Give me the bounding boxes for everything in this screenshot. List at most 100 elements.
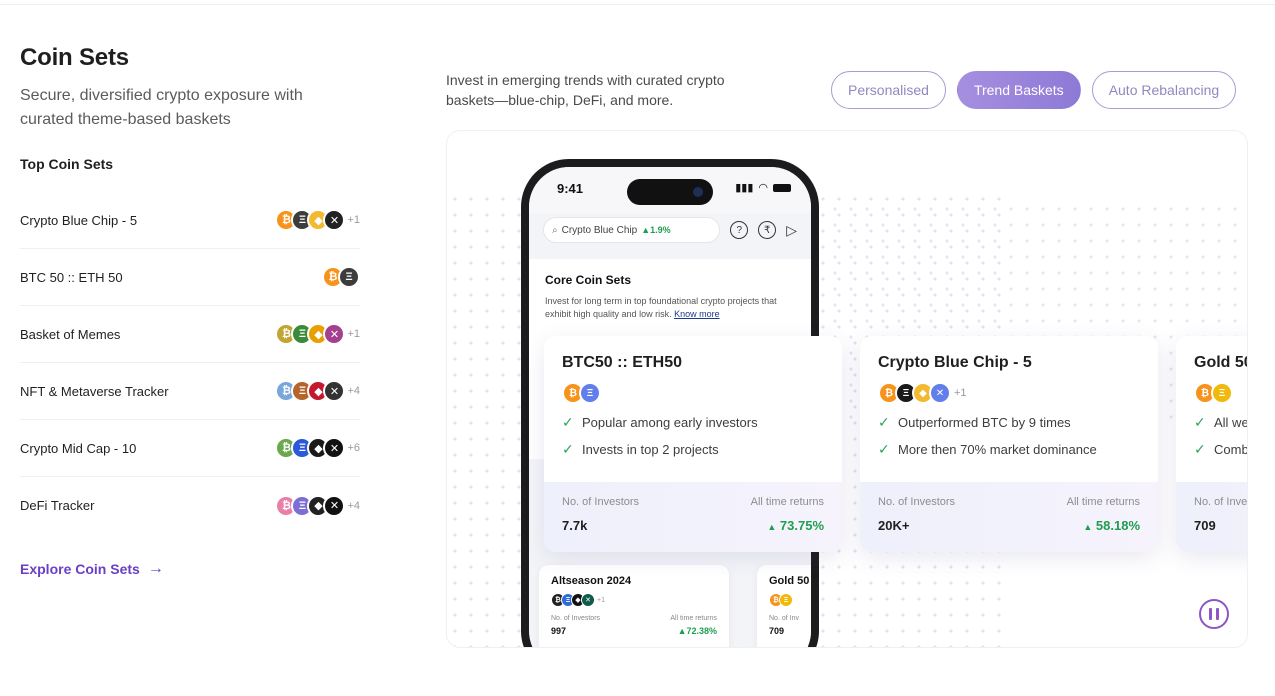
basket-stats: No. of Inve 709 [1176,482,1247,552]
returns-label: All time returns [1066,496,1140,508]
explore-coin-sets-link[interactable]: Explore Coin Sets → [20,560,164,578]
tab-trend-baskets[interactable]: Trend Baskets [956,71,1081,109]
more-coins-count: +1 [347,214,360,226]
coin-icon: ✕ [323,494,346,517]
mini-coin-stack: ₿ Ξ [769,593,811,607]
mini-basket-card[interactable]: Gold 50 ₿ Ξ No. of Inv 709 [757,565,811,647]
top-divider [0,4,1275,5]
status-bar: 9:41 ▮▮▮ ◠ [529,167,811,213]
mini-investors-label: No. of Inv [769,615,799,622]
more-coins-count: +4 [347,499,360,512]
basket-stats: No. of Investors All time returns 7.7k ▲ 73… [544,482,842,552]
mini-basket-card[interactable]: Altseason 2024 ₿ Ξ ◆ ✕ +1 No. of Investors All … [539,565,729,647]
coin-icon: ✕ [929,382,951,404]
coin-icon: Ξ [338,266,360,288]
check-icon: ✓ [562,441,574,457]
coin-icon: ✕ [323,209,346,231]
investors-label: No. of Investors [562,496,640,508]
coin-icon: ✕ [323,323,346,345]
coin-set-row[interactable]: Crypto Mid Cap - 10 ₿ Ξ ◆ ✕ +6 [20,420,360,477]
basket-card[interactable]: Crypto Blue Chip - 5 ₿ Ξ ◆ ✕ +1 ✓ Outperformed … [860,336,1158,552]
basket-title: BTC50 :: ETH50 [562,354,683,371]
mini-coin-stack: ₿ Ξ ◆ ✕ +1 [551,593,717,607]
feature-item: ✓ All we [1194,414,1248,430]
check-icon: ✓ [878,441,890,457]
mini-investors-value: 709 [769,626,785,636]
coin-icon: ✕ [323,437,346,459]
coin-icon-stack: ₿ Ξ ◆ ✕ +4 [275,380,360,402]
basket-stats: No. of Investors All time returns 20K+ ▲ 58… [860,482,1158,552]
more-coins-count: +1 [954,387,967,399]
coin-set-name: Basket of Memes [20,326,121,342]
arrow-right-icon: → [147,560,164,577]
intro-text: Invest in emerging trends with curated c… [446,72,725,108]
coin-icon: Ξ [1211,382,1233,404]
coin-icon-stack: ₿ Ξ ◆ ✕ +4 [275,494,360,517]
help-icon[interactable]: ? [730,221,749,239]
coin-icon: Ξ [779,593,793,607]
basket-card[interactable]: BTC50 :: ETH50 ₿ Ξ ✓ Popular among early inv… [544,336,842,552]
coin-icon-stack: ₿ Ξ [322,266,360,288]
dynamic-island [627,179,713,205]
returns-label: All time returns [750,496,824,508]
system-icons: ▮▮▮ ◠ [735,181,791,194]
coin-set-row[interactable]: BTC 50 :: ETH 50 ₿ Ξ [20,249,360,306]
mini-returns-label: All time returns [670,615,717,622]
core-title: Core Coin Sets [545,273,632,287]
coin-set-row[interactable]: NFT & Metaverse Tracker ₿ Ξ ◆ ✕ +4 [20,363,360,420]
status-time: 9:41 [557,181,584,196]
tab-auto-rebalancing[interactable]: Auto Rebalancing [1091,71,1237,109]
investors-value: 7.7k [562,518,588,533]
know-more-link[interactable]: Know more [674,309,720,319]
check-icon: ✓ [1194,441,1206,457]
coin-icon: ✕ [323,380,346,402]
coin-set-name: Crypto Mid Cap - 10 [20,440,137,456]
coin-icon-stack: ₿ Ξ ◆ ✕ +1 [878,382,1140,404]
mini-investors-label: No. of Investors [551,615,601,622]
returns-value: ▲ 58.18% [1083,518,1140,533]
more-coins-count: +4 [347,385,360,397]
feature-item: ✓ Outperformed BTC by 9 times [878,414,1071,430]
coin-set-name: NFT & Metaverse Tracker [20,383,169,399]
up-arrow-icon: ▲ [1083,522,1093,532]
pause-button[interactable] [1199,599,1229,629]
coin-set-row[interactable]: Basket of Memes ₿ Ξ ◆ ✕ +1 [20,306,360,363]
pause-icon [1209,608,1212,620]
check-icon: ✓ [1194,414,1206,430]
basket-title: Gold 50 [1194,354,1248,371]
coin-icon: Ξ [579,382,601,404]
check-icon: ✓ [878,414,890,430]
play-icon[interactable]: ▷ [786,222,797,239]
feature-item: ✓ Comb [1194,441,1248,457]
coin-icon-stack: ₿ Ξ ◆ ✕ +1 [275,323,360,345]
coin-set-row[interactable]: DeFi Tracker ₿ Ξ ◆ ✕ +4 [20,477,360,534]
search-input[interactable]: ⌕ Crypto Blue Chip ▲1.9% [543,217,721,243]
feature-item: ✓ Popular among early investors [562,414,758,430]
coin-sets-panel: Coin Sets Secure, diversified crypto exp… [20,44,360,579]
tab-personalised[interactable]: Personalised [831,71,946,109]
rupee-icon[interactable]: ₹ [758,221,777,239]
signal-icon: ▮▮▮ [735,182,754,194]
coin-icon-stack: ₿ Ξ [1194,382,1247,404]
top-coin-sets-heading: Top Coin Sets [20,156,114,172]
showcase-stage: 9:41 ▮▮▮ ◠ ⌕ Crypto Blue Chip ▲1.9% ? ₹ … [446,130,1248,648]
search-icon: ⌕ [552,224,558,236]
coin-icon-stack: ₿ Ξ ◆ ✕ +1 [275,209,360,231]
investors-value: 709 [1194,518,1216,533]
page-title: Coin Sets [20,44,129,71]
mini-investors-value: 997 [551,626,567,636]
investors-value: 20K+ [878,518,910,533]
wifi-icon: ◠ [758,182,768,194]
mini-returns-value: ▲72.38% [677,626,717,636]
basket-card[interactable]: Gold 50 ₿ Ξ ✓ All we ✓ Comb No. of Inve 709 [1176,336,1248,552]
coin-set-row[interactable]: Crypto Blue Chip - 5 ₿ Ξ ◆ ✕ +1 [20,192,360,249]
more-coins-count: +1 [597,596,605,604]
coin-set-name: DeFi Tracker [20,498,95,513]
page-subtitle: Secure, diversified crypto exposure with… [20,87,303,128]
check-icon: ✓ [562,414,574,430]
coin-icon-stack: ₿ Ξ ◆ ✕ +6 [275,437,360,459]
tab-group: Personalised Trend Baskets Auto Rebalancin… [831,71,1237,109]
camera-icon [693,187,703,197]
returns-value: ▲ 73.75% [767,518,824,533]
core-description: Invest for long term in top foundational… [545,296,777,319]
